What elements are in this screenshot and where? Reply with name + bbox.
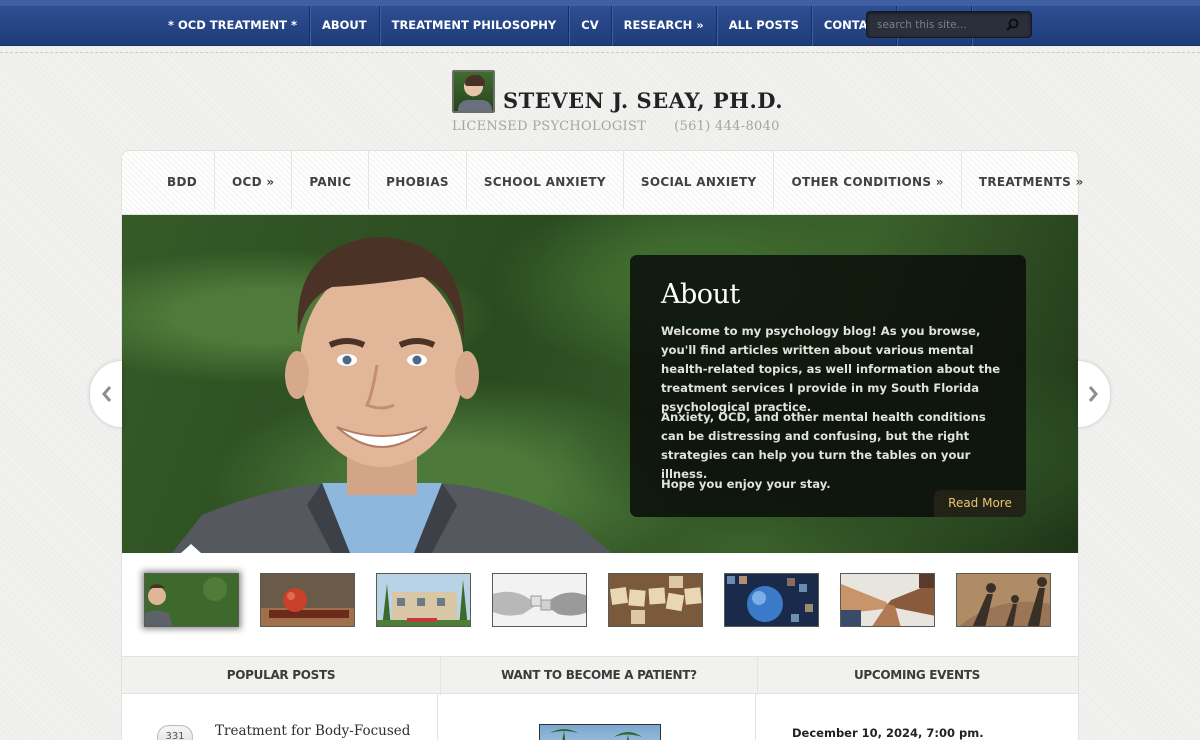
top-nav-item-research[interactable]: RESEARCH »: [612, 6, 717, 46]
upcoming-events-heading: UPCOMING EVENTS: [853, 668, 981, 682]
category-item-ocd[interactable]: OCD »: [215, 151, 293, 209]
thumbnail-puzzle-hands-image: [493, 574, 586, 626]
popular-post-link[interactable]: Treatment for Body-Focused: [215, 723, 410, 739]
thumbnail-anxiety-tiles-image: [609, 574, 702, 626]
thumbnail-5[interactable]: [608, 573, 703, 627]
phone-number: (561) 444-8040: [674, 119, 780, 134]
thumbnail-portrait-image: [145, 574, 238, 626]
widget-divider-2: [755, 694, 756, 740]
site-title[interactable]: STEVEN J. SEAY, PH.D.: [503, 88, 783, 113]
thumbnail-8[interactable]: [956, 573, 1051, 627]
header-divider: [0, 52, 1200, 53]
slider-prev-button[interactable]: [90, 361, 122, 427]
search-input[interactable]: [877, 16, 1002, 33]
thumbnail-apple-books-image: [261, 574, 354, 626]
top-nav: * OCD TREATMENT * ABOUT TREATMENT PHILOS…: [156, 6, 973, 46]
top-nav-item-cv[interactable]: CV: [569, 6, 612, 46]
thumbnail-2[interactable]: [260, 573, 355, 627]
thumbnail-family-shadow-image: [957, 574, 1050, 626]
comment-count-badge: 331: [157, 725, 193, 740]
main-container: BDD OCD » PANIC PHOBIAS SCHOOL ANXIETY S…: [121, 150, 1083, 740]
avatar-shirt: [458, 100, 492, 111]
become-patient-heading: WANT TO BECOME A PATIENT?: [440, 657, 758, 695]
widgets-header: POPULAR POSTS WANT TO BECOME A PATIENT? …: [122, 656, 1078, 695]
thumbnail-hands-together-image: [841, 574, 934, 626]
top-nav-item-all-posts[interactable]: ALL POSTS: [717, 6, 812, 46]
thumbnail-4[interactable]: [492, 573, 587, 627]
thumbnail-building-image: [377, 574, 470, 626]
category-item-phobias[interactable]: PHOBIAS: [369, 151, 467, 209]
search-icon[interactable]: [1006, 18, 1019, 31]
widget-divider-1: [437, 694, 438, 740]
slider-next-button[interactable]: [1078, 361, 1110, 427]
avatar-hair: [465, 75, 485, 86]
chevron-right-icon: [1088, 386, 1098, 402]
hero-portrait: [172, 237, 612, 553]
top-nav-bar: * OCD TREATMENT * ABOUT TREATMENT PHILOS…: [0, 0, 1200, 46]
top-nav-item-ocd-treatment[interactable]: * OCD TREATMENT *: [156, 6, 310, 46]
category-nav: BDD OCD » PANIC PHOBIAS SCHOOL ANXIETY S…: [122, 151, 1083, 215]
search-box: [866, 11, 1032, 38]
active-slide-pointer: [181, 544, 201, 553]
event-date[interactable]: December 10, 2024, 7:00 pm.: [792, 726, 984, 740]
slide-paragraph-2: Anxiety, OCD, and other mental health co…: [661, 410, 986, 481]
thumbnail-globe-network-image: [725, 574, 818, 626]
slide-caption: About Welcome to my psychology blog! As …: [630, 255, 1026, 517]
featured-slider: About Welcome to my psychology blog! As …: [122, 215, 1078, 553]
palm-tree-image: [550, 729, 642, 740]
category-item-panic[interactable]: PANIC: [292, 151, 370, 209]
top-nav-item-treatment-philosophy[interactable]: TREATMENT PHILOSOPHY: [380, 6, 570, 46]
slide-title[interactable]: About: [661, 279, 740, 310]
popular-posts-heading: POPULAR POSTS: [226, 668, 336, 682]
thumbnail-3[interactable]: [376, 573, 471, 627]
top-nav-item-about[interactable]: ABOUT: [310, 6, 380, 46]
become-patient-image[interactable]: [539, 724, 661, 740]
read-more-button[interactable]: Read More: [934, 490, 1026, 517]
slide-paragraph-1: Welcome to my psychology blog! As you br…: [661, 324, 1001, 414]
site-subtitle: LICENSED PSYCHOLOGIST (561) 444-8040: [452, 119, 780, 134]
logo-avatar[interactable]: [452, 70, 495, 113]
category-item-social-anxiety[interactable]: SOCIAL ANXIETY: [624, 151, 775, 209]
subtitle-text: LICENSED PSYCHOLOGIST: [452, 119, 647, 134]
thumbnail-1[interactable]: [144, 573, 239, 627]
category-item-bdd[interactable]: BDD: [150, 151, 215, 209]
thumbnail-6[interactable]: [724, 573, 819, 627]
category-item-treatments[interactable]: TREATMENTS »: [962, 151, 1101, 209]
category-item-school-anxiety[interactable]: SCHOOL ANXIETY: [467, 151, 624, 209]
chevron-left-icon: [102, 386, 112, 402]
category-item-other-conditions[interactable]: OTHER CONDITIONS »: [774, 151, 962, 209]
thumbnail-7[interactable]: [840, 573, 935, 627]
